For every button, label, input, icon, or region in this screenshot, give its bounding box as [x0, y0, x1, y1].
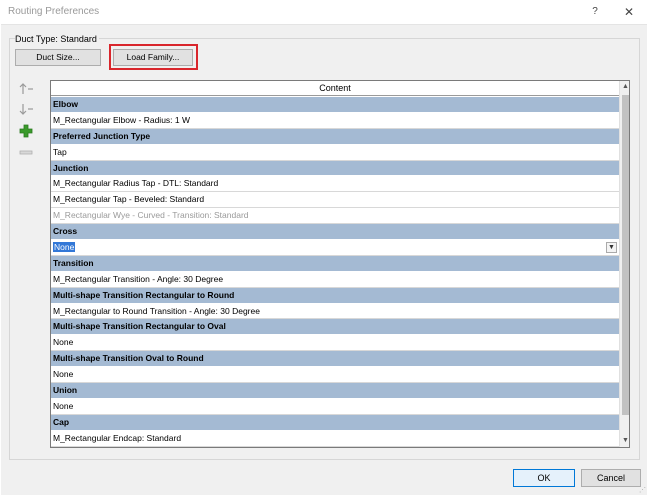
grid-section-header: Multi-shape Transition Rectangular to Ov…: [51, 319, 619, 336]
vertical-scrollbar[interactable]: ▲ ▼: [619, 81, 629, 447]
grid-row[interactable]: None: [51, 367, 619, 384]
help-button[interactable]: ?: [586, 4, 604, 20]
grid-section-header: Cross: [51, 224, 619, 241]
window-title: Routing Preferences: [8, 6, 100, 17]
grid-rows: Elbow M_Rectangular Elbow - Radius: 1 W Pr…: [51, 97, 619, 447]
grid-section-header: Cap: [51, 414, 619, 431]
ok-button[interactable]: OK: [513, 469, 575, 487]
move-up-icon[interactable]: [18, 82, 36, 96]
grid-row[interactable]: Tap: [51, 144, 619, 161]
cancel-button[interactable]: Cancel: [581, 469, 641, 487]
grid-row[interactable]: M_Rectangular Wye - Curved - Transition:…: [51, 208, 619, 225]
grid-row[interactable]: [51, 446, 619, 447]
title-bar: Routing Preferences ? ✕: [0, 0, 648, 24]
grid-row[interactable]: None ▼: [51, 240, 619, 256]
grid-section-header: Elbow: [51, 97, 619, 113]
remove-row-icon[interactable]: [18, 146, 36, 160]
scroll-thumb[interactable]: [622, 95, 629, 415]
grid-row[interactable]: M_Rectangular Tap - Beveled: Standard: [51, 192, 619, 209]
grid-row[interactable]: M_Rectangular Transition - Angle: 30 Deg…: [51, 271, 619, 288]
grid-row[interactable]: M_Rectangular to Round Transition - Angl…: [51, 303, 619, 320]
grid-row[interactable]: None: [51, 398, 619, 415]
scroll-up-icon[interactable]: ▲: [620, 81, 629, 93]
scroll-down-icon[interactable]: ▼: [620, 435, 629, 447]
duct-size-button[interactable]: Duct Size...: [15, 49, 101, 66]
selected-value[interactable]: None: [53, 242, 76, 253]
chevron-down-icon[interactable]: ▼: [606, 242, 617, 254]
resize-grip-icon[interactable]: ⋰: [639, 486, 646, 494]
grid-header-content: Content: [51, 81, 619, 96]
move-down-icon[interactable]: [18, 102, 36, 116]
routing-grid: Content Elbow M_Rectangular Elbow - Radiu…: [50, 80, 630, 448]
grid-section-header: Preferred Junction Type: [51, 128, 619, 145]
grid-section-header: Transition: [51, 255, 619, 272]
duct-type-label: Duct Type: Standard: [15, 34, 99, 44]
add-row-icon[interactable]: [18, 124, 36, 138]
grid-section-header: Multi-shape Transition Rectangular to Ro…: [51, 287, 619, 304]
grid-row[interactable]: M_Rectangular Endcap: Standard: [51, 430, 619, 447]
grid-section-header: Union: [51, 383, 619, 399]
grid-section-header: Multi-shape Transition Oval to Round: [51, 351, 619, 368]
grid-section-header: Junction: [51, 160, 619, 177]
grid-row[interactable]: M_Rectangular Elbow - Radius: 1 W: [51, 112, 619, 129]
grid-row[interactable]: None: [51, 335, 619, 352]
close-button[interactable]: ✕: [620, 4, 638, 20]
load-family-highlight: [109, 44, 198, 70]
grid-row[interactable]: M_Rectangular Radius Tap - DTL: Standard: [51, 176, 619, 193]
